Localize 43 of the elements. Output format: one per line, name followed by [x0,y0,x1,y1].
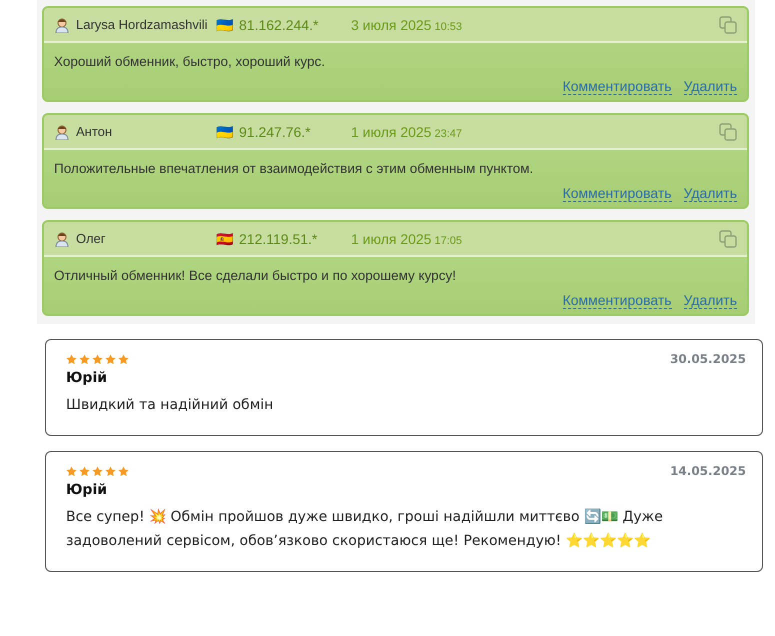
user-icon [54,16,70,32]
review-text: Швидкий та надійний обмін [66,396,274,415]
star-icon [118,466,129,476]
star-icon [66,354,77,364]
comment-text: Хороший обменник, быстро, хороший курс. [54,54,326,69]
copy-icon[interactable] [719,16,737,34]
action-link[interactable]: Удалить [684,185,737,202]
flag-icon: 🇺🇦 [216,124,233,138]
star-icon [79,466,90,476]
review-text: Все супер! 💥 Обмін пройшов дуже швидко, гроші надійшли миттєво 🔄💵 Дуже задоволений сервісом, обов’язково скористаюся ще! Рекомендую! ⭐⭐⭐⭐⭐ [66,508,664,551]
copy-icon[interactable] [719,230,737,248]
author-name: Олег [76,231,107,246]
star-icon [66,466,77,476]
author-name: Антон [76,124,114,139]
flag-icon: 🇺🇦 [216,18,233,32]
star-icon [105,354,116,364]
star-icon [118,354,129,364]
action-link[interactable]: Удалить [684,78,737,95]
comment-text: Отличный обменник! Все сделали быстро и по хорошему курсу! [54,268,457,283]
ip-address: 91.247.76.* [239,124,312,140]
star-icon [92,466,103,476]
action-link[interactable]: Комментировать [562,185,672,202]
star-icon [105,466,116,476]
comment-date: 3 июля 2025 10:53 [351,16,462,32]
action-link[interactable]: Комментировать [562,78,672,95]
comment-date: 1 июля 2025 23:47 [351,124,462,140]
flag-icon: 🇪🇸 [216,232,233,246]
star-icon [92,354,103,364]
action-link[interactable]: Удалить [684,292,737,309]
comment-date: 1 июля 2025 17:05 [351,230,462,246]
action-link[interactable]: Комментировать [562,292,672,309]
author-name: Larysa Hordzamashvili [76,17,208,32]
reviewer-name: Юрій [66,370,108,386]
review-date: 14.05.2025 [670,464,746,478]
ip-address: 81.162.244.* [239,16,320,32]
review-date: 30.05.2025 [670,352,746,366]
star-icon [79,354,90,364]
copy-icon[interactable] [719,122,737,140]
ip-address: 212.119.51.* [239,230,318,246]
user-icon [54,124,70,140]
comment-text: Положительные впечатления от взаимодействия с этим обменным пунктом. [54,161,534,176]
reviewer-name: Юрій [66,482,108,498]
user-icon [54,230,70,246]
